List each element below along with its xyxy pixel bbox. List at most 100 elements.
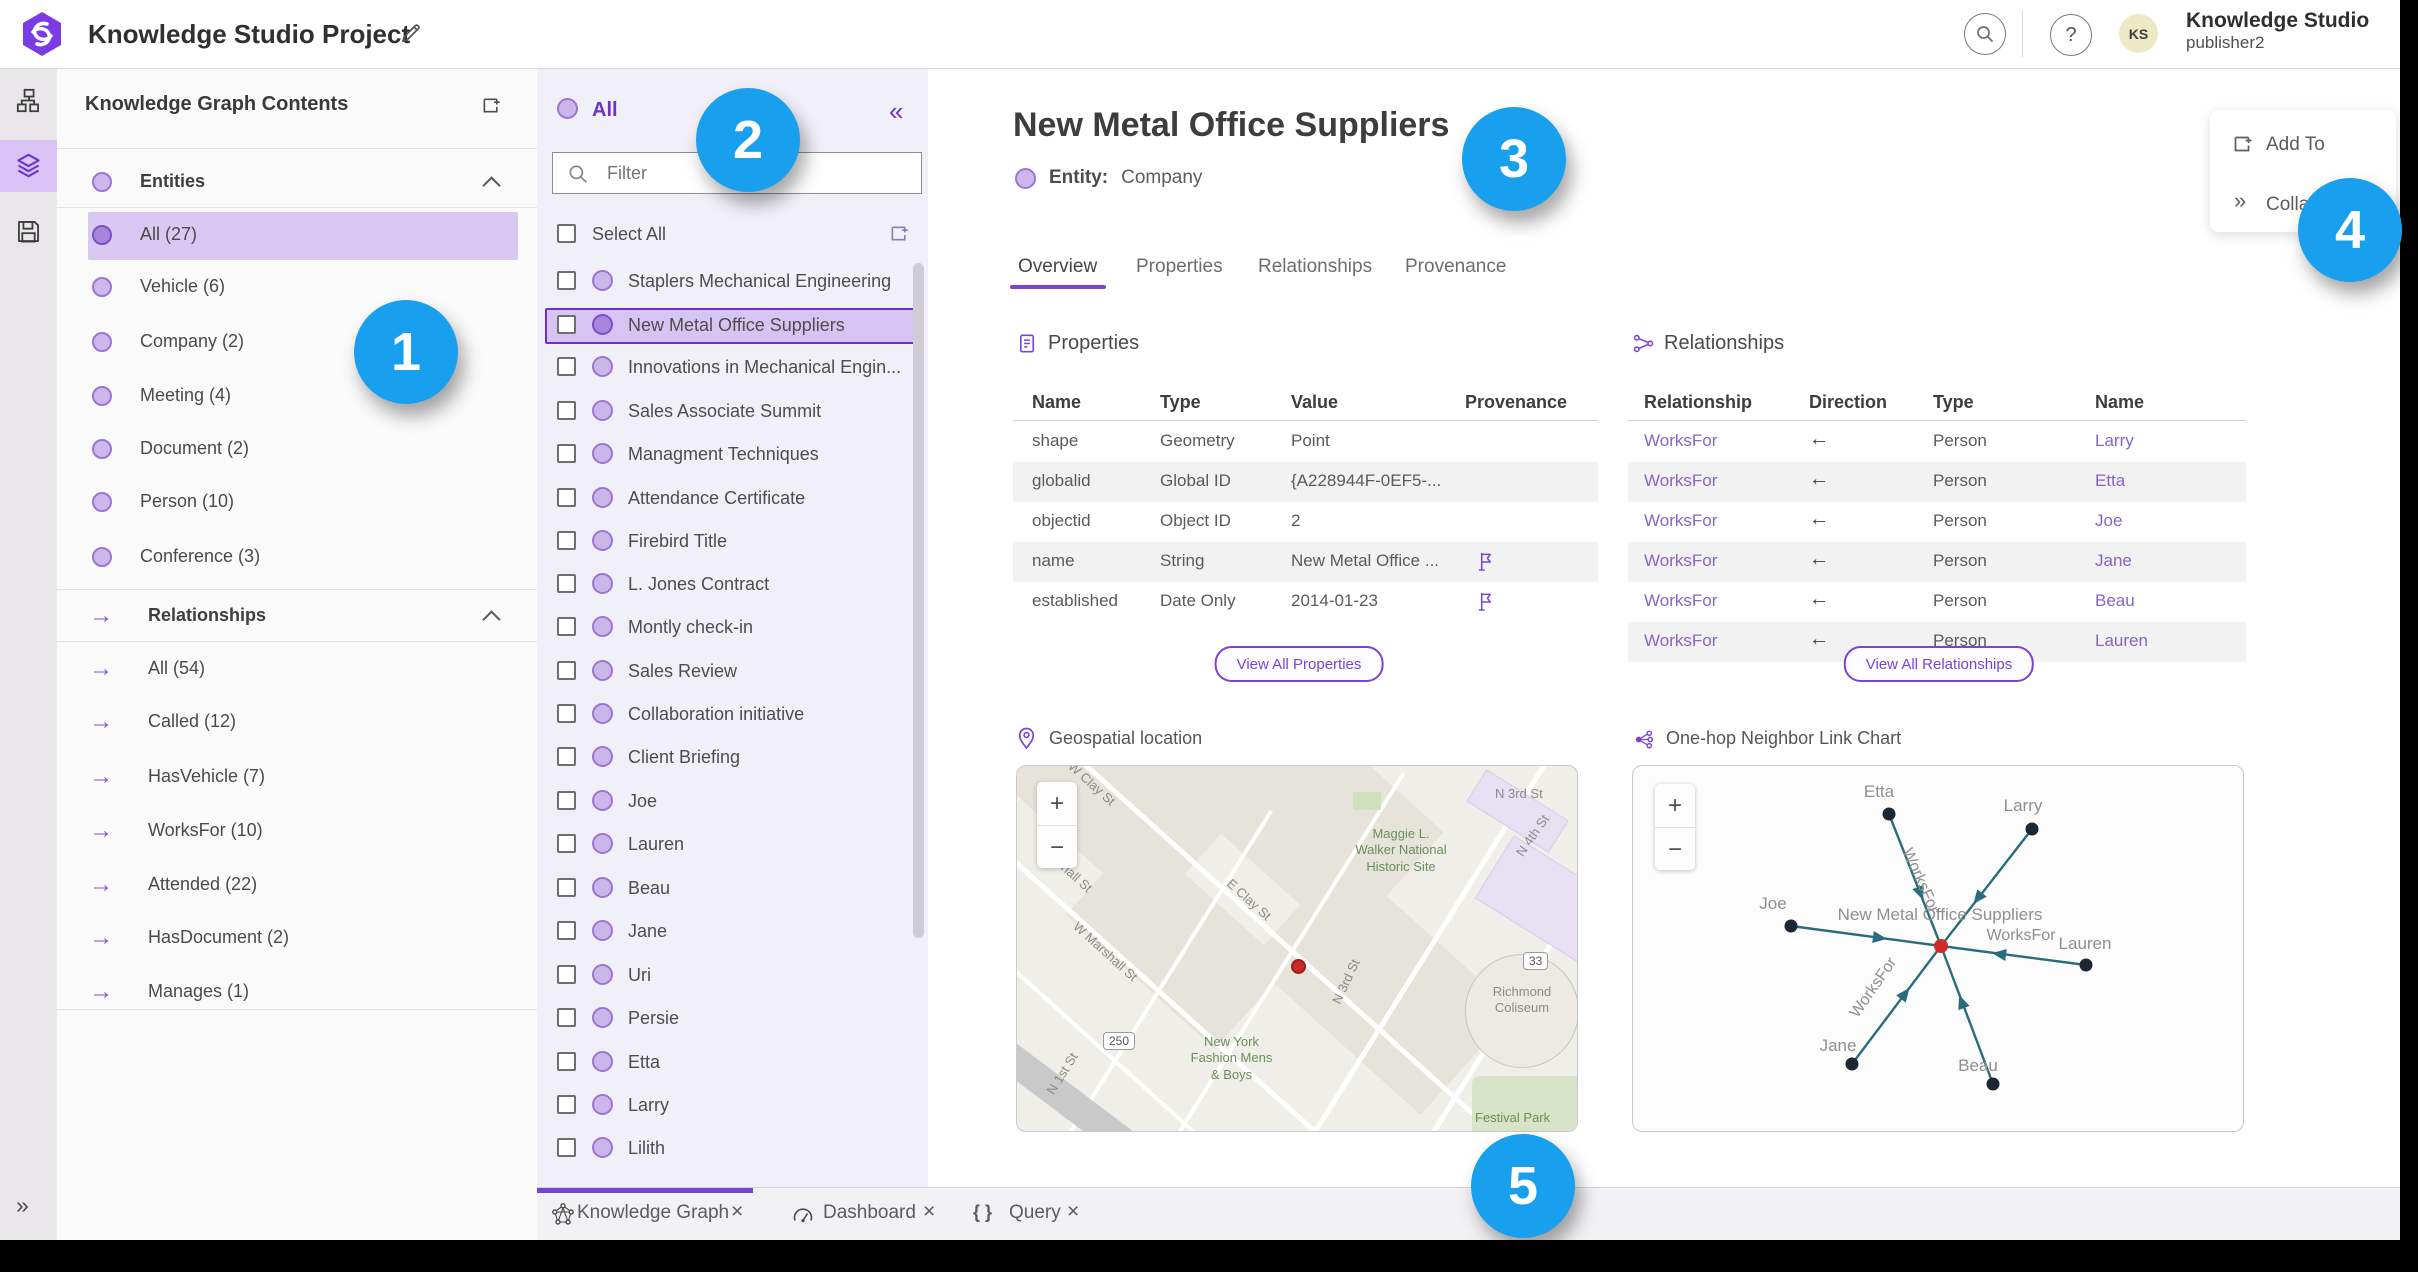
list-item[interactable]: Lauren bbox=[537, 824, 928, 864]
list-item[interactable]: Staplers Mechanical Engineering bbox=[537, 261, 928, 301]
view-all-properties-button[interactable]: View All Properties bbox=[1214, 646, 1384, 682]
entity-link[interactable]: Lauren bbox=[2095, 631, 2148, 651]
tab-knowledge-graph[interactable]: Knowledge Graph bbox=[577, 1202, 729, 1224]
tab-provenance[interactable]: Provenance bbox=[1405, 256, 1506, 278]
data-model-icon[interactable] bbox=[15, 87, 42, 114]
zoom-out-button[interactable]: − bbox=[1655, 827, 1695, 871]
close-icon[interactable]: × bbox=[923, 1200, 935, 1224]
item-checkbox[interactable] bbox=[557, 271, 576, 290]
list-item[interactable]: Sales Review bbox=[537, 651, 928, 691]
list-item[interactable]: Persie bbox=[537, 998, 928, 1038]
expand-rail-icon[interactable]: » bbox=[16, 1192, 29, 1219]
help-button[interactable]: ? bbox=[2050, 14, 2092, 56]
list-item[interactable]: Managment Techniques bbox=[537, 434, 928, 474]
node-label-lauren[interactable]: Lauren bbox=[2059, 934, 2112, 954]
relationship-link[interactable]: WorksFor bbox=[1644, 591, 1717, 611]
sidebar-item-company[interactable]: Company (2) bbox=[57, 319, 537, 367]
node-label-etta[interactable]: Etta bbox=[1864, 782, 1894, 802]
item-checkbox[interactable] bbox=[557, 1095, 576, 1114]
item-checkbox[interactable] bbox=[557, 1008, 576, 1027]
relationship-link[interactable]: WorksFor bbox=[1644, 631, 1717, 651]
sidebar-item-meeting[interactable]: Meeting (4) bbox=[57, 373, 537, 421]
close-icon[interactable]: × bbox=[731, 1200, 743, 1224]
tab-properties[interactable]: Properties bbox=[1136, 256, 1223, 278]
item-checkbox[interactable] bbox=[557, 444, 576, 463]
select-all-checkbox[interactable] bbox=[557, 224, 576, 243]
collapse-panel-icon[interactable]: « bbox=[889, 96, 903, 127]
edit-pencil-icon[interactable] bbox=[398, 20, 424, 46]
list-item[interactable]: Lilith bbox=[537, 1128, 928, 1168]
tab-overview[interactable]: Overview bbox=[1018, 256, 1097, 278]
entity-link[interactable]: Beau bbox=[2095, 591, 2135, 611]
tab-relationships[interactable]: Relationships bbox=[1258, 256, 1372, 278]
list-item[interactable]: Beau bbox=[537, 868, 928, 908]
user-avatar[interactable]: KS bbox=[2119, 14, 2158, 53]
add-to-icon[interactable] bbox=[2232, 132, 2256, 156]
sidebar-item-entities-all[interactable]: All (27) bbox=[57, 212, 537, 260]
sidebar-item-hasvehicle[interactable]: → HasVehicle (7) bbox=[57, 754, 537, 802]
list-item[interactable]: Etta bbox=[537, 1042, 928, 1082]
entity-link[interactable]: Larry bbox=[2095, 431, 2134, 451]
item-checkbox[interactable] bbox=[557, 488, 576, 507]
sidebar-item-vehicle[interactable]: Vehicle (6) bbox=[57, 264, 537, 312]
entity-link[interactable]: Joe bbox=[2095, 511, 2122, 531]
user-block[interactable]: Knowledge Studio publisher2 bbox=[2186, 9, 2369, 53]
item-checkbox[interactable] bbox=[557, 921, 576, 940]
list-item[interactable]: Sales Associate Summit bbox=[537, 391, 928, 431]
list-item[interactable]: Firebird Title bbox=[537, 521, 928, 561]
item-checkbox[interactable] bbox=[557, 531, 576, 550]
entities-section-header[interactable]: Entities bbox=[57, 159, 537, 207]
close-icon[interactable]: × bbox=[1067, 1200, 1079, 1224]
relationships-section-header[interactable]: → Relationships bbox=[57, 593, 537, 641]
item-checkbox[interactable] bbox=[557, 401, 576, 420]
chevron-up-icon[interactable] bbox=[482, 610, 501, 629]
list-item[interactable]: Client Briefing bbox=[537, 737, 928, 777]
search-button[interactable] bbox=[1964, 13, 2006, 55]
chevron-up-icon[interactable] bbox=[482, 176, 501, 195]
save-icon[interactable] bbox=[15, 218, 42, 245]
item-checkbox[interactable] bbox=[557, 791, 576, 810]
item-checkbox[interactable] bbox=[557, 574, 576, 593]
item-checkbox[interactable] bbox=[557, 357, 576, 376]
add-to-button[interactable]: Add To bbox=[2266, 134, 2325, 156]
add-to-map-icon[interactable] bbox=[889, 222, 912, 245]
item-checkbox[interactable] bbox=[557, 965, 576, 984]
tab-dashboard[interactable]: Dashboard bbox=[823, 1202, 916, 1224]
tab-query[interactable]: Query bbox=[1009, 1202, 1061, 1224]
node-label-joe[interactable]: Joe bbox=[1759, 894, 1786, 914]
zoom-in-button[interactable]: + bbox=[1037, 782, 1077, 825]
zoom-in-button[interactable]: + bbox=[1655, 784, 1695, 827]
entity-link[interactable]: Jane bbox=[2095, 551, 2132, 571]
sidebar-item-hasdocument[interactable]: → HasDocument (2) bbox=[57, 915, 537, 963]
add-to-map-icon[interactable] bbox=[481, 94, 504, 117]
list-item[interactable]: Joe bbox=[537, 781, 928, 821]
sidebar-item-called[interactable]: → Called (12) bbox=[57, 699, 537, 747]
zoom-out-button[interactable]: − bbox=[1037, 825, 1077, 869]
sidebar-item-worksfor[interactable]: → WorksFor (10) bbox=[57, 808, 537, 856]
relationship-link[interactable]: WorksFor bbox=[1644, 551, 1717, 571]
item-checkbox[interactable] bbox=[557, 661, 576, 680]
link-chart[interactable]: Etta Larry Joe Lauren Jane Beau New Meta… bbox=[1632, 765, 2244, 1132]
list-item[interactable]: Uri bbox=[537, 955, 928, 995]
geospatial-map[interactable]: + − W Clay St N 3rd St Maggie L. Walker … bbox=[1016, 765, 1578, 1132]
sidebar-item-document[interactable]: Document (2) bbox=[57, 426, 537, 474]
item-checkbox[interactable] bbox=[557, 617, 576, 636]
item-checkbox[interactable] bbox=[557, 1138, 576, 1157]
item-checkbox[interactable] bbox=[557, 704, 576, 723]
provenance-flag-icon[interactable] bbox=[1476, 591, 1495, 612]
provenance-flag-icon[interactable] bbox=[1476, 551, 1495, 572]
collapse-icon[interactable]: » bbox=[2234, 188, 2246, 214]
list-item[interactable]: L. Jones Contract bbox=[537, 564, 928, 604]
node-label-larry[interactable]: Larry bbox=[2004, 796, 2043, 816]
list-header-all[interactable]: All bbox=[592, 99, 618, 122]
list-item[interactable]: Collaboration initiative bbox=[537, 694, 928, 734]
sidebar-item-rel-all[interactable]: → All (54) bbox=[57, 646, 537, 694]
relationship-link[interactable]: WorksFor bbox=[1644, 431, 1717, 451]
list-item[interactable]: Jane bbox=[537, 911, 928, 951]
entity-link[interactable]: Etta bbox=[2095, 471, 2125, 491]
list-item[interactable]: Larry bbox=[537, 1085, 928, 1125]
layers-icon[interactable] bbox=[15, 152, 42, 179]
scrollbar-thumb[interactable] bbox=[913, 263, 924, 938]
relationship-link[interactable]: WorksFor bbox=[1644, 471, 1717, 491]
node-label-beau[interactable]: Beau bbox=[1958, 1056, 1998, 1076]
